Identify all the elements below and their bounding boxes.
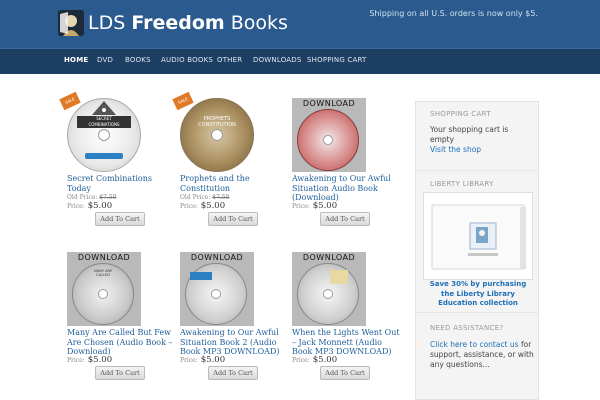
- product-card: DOWNLOAD When the Lights Went Out – Jack…: [292, 252, 400, 382]
- price-value: $5.00: [200, 201, 226, 211]
- add-to-cart-button[interactable]: Add To Cart: [320, 212, 370, 226]
- sidebar: SHOPPING CART Your shopping cart is empt…: [415, 101, 539, 400]
- nav-item-audio-books[interactable]: AUDIO BOOKS: [161, 56, 213, 64]
- old-price-label: Old Price:: [67, 194, 98, 201]
- sidebar-divider: [416, 312, 538, 313]
- site-header: LDS Freedom Books Shipping on all U.S. o…: [0, 0, 600, 48]
- price-label: Price:: [292, 357, 310, 364]
- add-to-cart-button[interactable]: Add To Cart: [95, 212, 145, 226]
- library-widget-heading: LIBERTY LIBRARY: [430, 180, 494, 188]
- price: Price: $5.00: [180, 355, 225, 365]
- old-price: Old Price: $7.50: [180, 194, 229, 201]
- price-value: $5.00: [200, 355, 226, 365]
- download-label: DOWNLOAD: [190, 253, 244, 262]
- product-image[interactable]: DOWNLOAD MANY ARE CALLED: [67, 252, 147, 326]
- price-value: $5.00: [87, 201, 113, 211]
- sidebar-divider: [416, 170, 538, 171]
- add-to-cart-button[interactable]: Add To Cart: [320, 366, 370, 380]
- price-label: Price:: [67, 203, 85, 210]
- cart-widget-text: Your shopping cart is empty Visit the sh…: [430, 125, 534, 155]
- price: Price: $5.00: [180, 201, 225, 211]
- product-image[interactable]: DOWNLOAD: [180, 252, 260, 326]
- nav-item-dvd[interactable]: DVD: [97, 56, 113, 64]
- nav-item-books[interactable]: BOOKS: [125, 56, 151, 64]
- download-label: DOWNLOAD: [77, 253, 131, 262]
- product-title[interactable]: Many Are Called But Few Are Chosen (Audi…: [67, 328, 175, 357]
- visit-shop-link[interactable]: Visit the shop: [430, 145, 481, 154]
- old-price-value: $7.50: [212, 194, 230, 201]
- shipping-note: Shipping on all U.S. orders is now only …: [369, 9, 538, 18]
- product-title[interactable]: Secret Combinations Today: [67, 174, 175, 193]
- product-title[interactable]: Awakening to Our Awful Situation Audio B…: [292, 174, 400, 203]
- nav-item-home[interactable]: HOME: [64, 56, 88, 64]
- add-to-cart-button[interactable]: Add To Cart: [208, 366, 258, 380]
- price: Price: $5.00: [67, 355, 112, 365]
- liberty-library-promo-link[interactable]: Save 30% by purchasing the Liberty Libra…: [423, 280, 533, 309]
- site-logo-icon[interactable]: [58, 10, 84, 36]
- price-label: Price:: [67, 357, 85, 364]
- product-card: DOWNLOAD MANY ARE CALLED Many Are Called …: [67, 252, 175, 382]
- product-card: PROPHETS CONSTITUTION SALE Prophets and t…: [172, 91, 288, 228]
- assistance-widget-heading: NEED ASSISTANCE?: [430, 324, 504, 332]
- price-value: $5.00: [87, 355, 113, 365]
- add-to-cart-button[interactable]: Add To Cart: [95, 366, 145, 380]
- nav-item-other[interactable]: OTHER: [217, 56, 242, 64]
- site-title-tail: Books: [224, 12, 288, 34]
- nav-item-shopping-cart[interactable]: SHOPPING CART: [307, 56, 367, 64]
- old-price: Old Price: $7.50: [67, 194, 116, 201]
- product-card: DOWNLOAD Awakening to Our Awful Situatio…: [180, 252, 288, 382]
- price-label: Price:: [292, 203, 310, 210]
- price-value: $5.00: [312, 201, 338, 211]
- product-image[interactable]: DOWNLOAD: [292, 98, 372, 172]
- product-title[interactable]: Prophets and the Constitution: [180, 174, 288, 193]
- price: Price: $5.00: [67, 201, 112, 211]
- product-image[interactable]: PROPHETS CONSTITUTION SALE: [172, 91, 260, 172]
- site-title-light: LDS: [88, 12, 132, 34]
- contact-us-link[interactable]: Click here to contact us: [430, 340, 519, 349]
- old-price-value: $7.50: [99, 194, 117, 201]
- product-title[interactable]: When the Lights Went Out – Jack Monnett …: [292, 328, 400, 357]
- main-nav: HOME DVD BOOKS AUDIO BOOKS OTHER DOWNLOA…: [0, 48, 600, 74]
- cart-widget-heading: SHOPPING CART: [430, 110, 491, 118]
- site-title-bold: Freedom: [131, 12, 225, 34]
- price: Price: $5.00: [292, 201, 337, 211]
- liberty-library-image[interactable]: [423, 192, 533, 280]
- download-label: DOWNLOAD: [302, 253, 356, 262]
- assistance-text: Click here to contact us for support, as…: [430, 340, 534, 370]
- price-value: $5.00: [312, 355, 338, 365]
- nav-item-downloads[interactable]: DOWNLOADS: [253, 56, 302, 64]
- product-card: DOWNLOAD Awakening to Our Awful Situatio…: [292, 98, 400, 228]
- product-title[interactable]: Awakening to Our Awful Situation Book 2 …: [180, 328, 288, 357]
- price-label: Price:: [180, 203, 198, 210]
- add-to-cart-button[interactable]: Add To Cart: [208, 212, 258, 226]
- cart-empty-text: Your shopping cart is empty: [430, 125, 509, 144]
- price-label: Price:: [180, 357, 198, 364]
- product-card: SECRET COMBINATIONS SALE Secret Combinati…: [59, 91, 175, 228]
- product-image[interactable]: SECRET COMBINATIONS SALE: [59, 91, 147, 172]
- download-label: DOWNLOAD: [302, 99, 356, 108]
- price: Price: $5.00: [292, 355, 337, 365]
- old-price-label: Old Price:: [180, 194, 211, 201]
- site-title[interactable]: LDS Freedom Books: [88, 12, 288, 34]
- product-image[interactable]: DOWNLOAD: [292, 252, 372, 326]
